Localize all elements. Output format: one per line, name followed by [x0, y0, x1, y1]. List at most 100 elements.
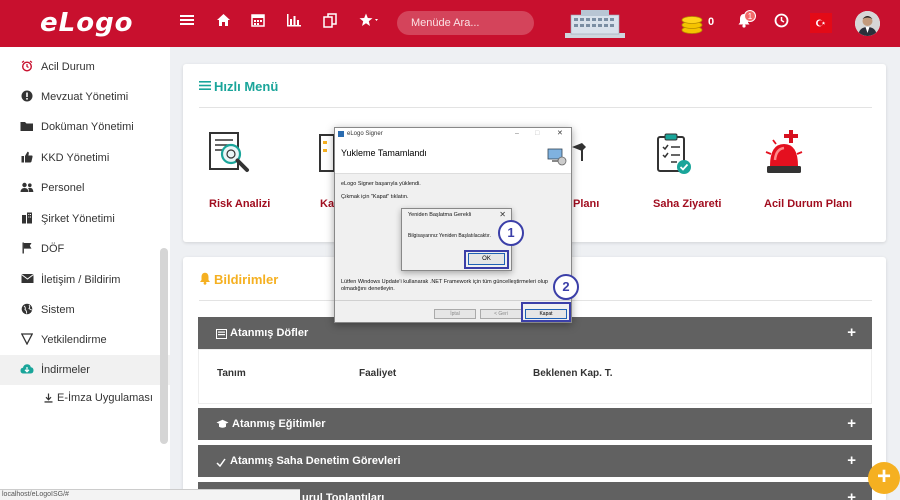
sidebar-item-dokuman[interactable]: Doküman Yönetimi [0, 112, 170, 142]
cloud-download-icon [20, 363, 34, 377]
sidebar-item-label: Personel [41, 182, 85, 194]
sidebar-item-label: Sistem [41, 304, 75, 316]
installer-header: Yukleme Tamamlandı [335, 140, 571, 174]
quick-menu-item-acil-durum-plani[interactable]: Acil Durum Planı [764, 198, 852, 210]
menu-icon[interactable] [177, 13, 197, 33]
sidebar-item-label: İletişim / Bildirim [41, 274, 121, 286]
sidebar-item-dof[interactable]: DÖF [0, 234, 170, 264]
star-icon[interactable] [358, 13, 382, 33]
sidebar-item-label: Şirket Yönetimi [41, 213, 115, 225]
sidebar-scrollbar[interactable] [160, 248, 168, 444]
emergency-plan-icon[interactable] [764, 130, 808, 178]
app-small-icon [338, 131, 344, 137]
accident-report-icon[interactable] [318, 133, 334, 177]
globe-icon [20, 303, 34, 318]
filter-icon [20, 332, 34, 348]
quick-menu-item-plani[interactable]: Planı [573, 198, 599, 210]
quick-menu-title: Hızlı Menü [214, 79, 279, 94]
divider [199, 107, 872, 108]
accordion-saha-denetim[interactable]: Atanmış Saha Denetim Görevleri + [198, 445, 872, 477]
sidebar-item-indirmeler[interactable]: İndirmeler [0, 355, 170, 385]
sidebar-item-sistem[interactable]: Sistem [0, 295, 170, 325]
accordion-label: Atanmış Saha Denetim Görevleri [230, 455, 401, 467]
exclamation-icon [20, 90, 34, 105]
expand-icon[interactable]: + [847, 415, 856, 432]
divider [335, 300, 571, 301]
sidebar-item-label: Doküman Yönetimi [41, 121, 134, 133]
computer-setup-icon [547, 148, 567, 166]
home-icon[interactable] [213, 13, 233, 33]
bell-icon [199, 272, 211, 288]
chart-icon[interactable] [284, 13, 304, 33]
close-icon[interactable]: ✕ [499, 210, 506, 219]
thumbs-up-icon [20, 151, 34, 166]
envelope-icon [20, 273, 34, 287]
building-illustration [565, 10, 625, 38]
list-icon [199, 80, 211, 94]
site-visit-icon[interactable] [655, 132, 695, 178]
coin-count: 0 [708, 16, 715, 28]
sidebar-item-label: Mevzuat Yönetimi [41, 91, 129, 103]
calendar-icon[interactable] [248, 13, 268, 33]
installer-footer-note: Lütfen Windows Update'i kullanarak .NET … [341, 279, 548, 292]
sidebar-item-acil-durum[interactable]: Acil Durum [0, 52, 170, 82]
sidebar-item-label: İndirmeler [41, 364, 90, 376]
step-callout-2: 2 [553, 274, 579, 300]
installer-heading: Yukleme Tamamlandı [341, 148, 427, 158]
expand-icon[interactable]: + [847, 324, 856, 341]
sidebar-subitem-e-imza[interactable]: E-İmza Uygulaması [57, 392, 153, 404]
flag-tr-icon[interactable] [810, 13, 832, 33]
installer-titlebar: eLogo Signer – □ ✕ [335, 128, 571, 140]
app-logo[interactable]: eLogo [40, 8, 134, 38]
sidebar-item-yetkilendirme[interactable]: Yetkilendirme [0, 325, 170, 355]
close-icon[interactable]: ✕ [557, 128, 563, 140]
sidebar: Acil Durum Mevzuat Yönetimi Doküman Yöne… [0, 47, 170, 500]
restart-dialog-title: Yeniden Başlatma Gerekli [408, 212, 472, 218]
coins-icon[interactable] [680, 11, 704, 35]
graduation-cap-icon [216, 418, 229, 432]
user-avatar[interactable] [855, 11, 880, 36]
clock-icon[interactable] [771, 13, 791, 34]
sidebar-item-label: DÖF [41, 243, 65, 255]
sidebar-item-personel[interactable]: Personel [0, 173, 170, 203]
notifications-title: Bildirimler [214, 272, 279, 287]
folder-icon [20, 120, 34, 135]
table-header: Beklenen Kap. T. [533, 368, 613, 379]
installer-window-title: eLogo Signer [347, 131, 383, 137]
installer-line-1: eLogo Signer başarıyla yüklendi. [341, 181, 421, 187]
sidebar-item-label: Yetkilendirme [41, 334, 107, 346]
add-fab-button[interactable]: + [868, 462, 900, 494]
copy-icon[interactable] [320, 13, 340, 34]
step-callout-1: 1 [498, 220, 524, 246]
menu-search-input[interactable] [397, 11, 534, 35]
table-header: Tanım [217, 368, 246, 379]
top-navbar: eLogo 0 1 [0, 0, 900, 47]
maximize-icon[interactable]: □ [535, 128, 539, 140]
notification-badge: 1 [744, 10, 756, 22]
sidebar-item-kkd[interactable]: KKD Yönetimi [0, 143, 170, 173]
back-button[interactable]: < Geri [480, 309, 522, 319]
close-highlight-box [521, 302, 571, 322]
download-small-icon [44, 392, 53, 406]
sidebar-item-sirket[interactable]: Şirket Yönetimi [0, 204, 170, 234]
check-icon [216, 456, 226, 470]
minimize-icon[interactable]: – [515, 128, 519, 140]
expand-icon[interactable]: + [847, 489, 856, 500]
quick-menu-item-risk-analizi[interactable]: Risk Analizi [209, 198, 270, 210]
building-icon [20, 212, 34, 227]
risk-analysis-icon[interactable] [207, 131, 253, 179]
users-icon [20, 181, 34, 196]
alarm-icon [20, 60, 34, 75]
installer-line-2: Çıkmak için "Kapat" tıklatın. [341, 194, 409, 200]
cancel-button[interactable]: İptal [434, 309, 476, 319]
quick-menu-item-saha-ziyareti[interactable]: Saha Ziyareti [653, 198, 721, 210]
sidebar-item-label: Acil Durum [41, 61, 95, 73]
browser-status-bar: localhost/eLogoISG/# [0, 489, 300, 500]
accordion-atanmis-egitimler[interactable]: Atanmış Eğitimler + [198, 408, 872, 440]
sidebar-item-mevzuat[interactable]: Mevzuat Yönetimi [0, 82, 170, 112]
accordion-label: Atanmış Döfler [230, 327, 309, 339]
training-plan-icon[interactable] [572, 143, 586, 165]
sidebar-item-iletisim[interactable]: İletişim / Bildirim [0, 265, 170, 295]
expand-icon[interactable]: + [847, 452, 856, 469]
restart-dialog-message: Bilgisayarınız Yeniden Başlatılacaktır. [408, 233, 491, 239]
